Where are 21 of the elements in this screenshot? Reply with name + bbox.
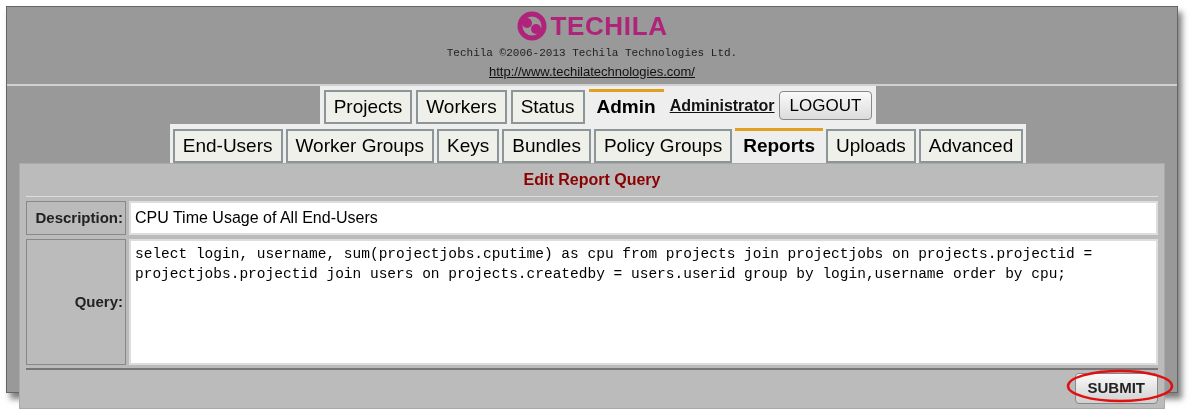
tab[interactable]: Workers	[416, 90, 507, 124]
logout-button[interactable]: LOGOUT	[778, 90, 873, 121]
copyright-text: Techila ©2006-2013 Techila Technologies Ltd.	[446, 46, 738, 61]
tab[interactable]: Policy Groups	[593, 129, 733, 163]
tab[interactable]: Projects	[323, 90, 413, 124]
description-label: Description:	[26, 201, 126, 235]
tab[interactable]: Uploads	[826, 129, 916, 163]
tab[interactable]: End-Users	[172, 129, 283, 163]
tab[interactable]: Worker Groups	[285, 129, 434, 163]
website-link[interactable]: http://www.techilatechnologies.com/	[489, 61, 695, 81]
tab[interactable]: Status	[510, 90, 585, 124]
tab[interactable]: Advanced	[918, 129, 1024, 163]
tab[interactable]: Bundles	[502, 129, 591, 163]
logo-text: TECHILA	[550, 13, 668, 39]
form-title: Edit Report Query	[522, 170, 662, 190]
tab[interactable]: Keys	[437, 129, 500, 163]
user-link[interactable]: Administrator	[669, 93, 775, 118]
description-field[interactable]: CPU Time Usage of All End-Users	[129, 201, 1158, 235]
query-label: Query:	[26, 239, 126, 365]
query-field[interactable]: select login, username, sum(projectjobs.cputime) as cpu from projects join projectjobs on projects.projectid = projectjobs.projectid join users on projects.createdby = users.userid group by login,username order by cpu;	[129, 239, 1158, 365]
logo-icon	[516, 11, 549, 41]
